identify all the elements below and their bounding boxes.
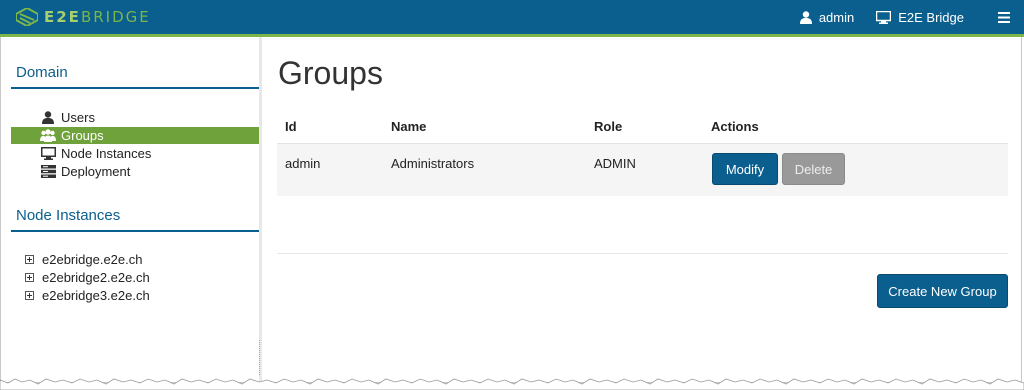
cell-name: Administrators [391, 156, 475, 171]
cell-id: admin [285, 156, 321, 171]
sidebar: Domain Users Groups Node Instances Deplo… [1, 37, 262, 382]
node-instances-section-title: Node Instances [16, 207, 121, 224]
expand-icon[interactable] [25, 255, 34, 264]
node-tree-item[interactable]: e2ebridge.e2e.ch [25, 251, 142, 268]
table-row [277, 143, 1008, 196]
create-new-group-button[interactable]: Create New Group [877, 274, 1008, 308]
brand-name: E2EBRIDGE [44, 8, 151, 26]
expand-icon[interactable] [25, 273, 34, 282]
expand-icon[interactable] [25, 291, 34, 300]
bridge-menu[interactable]: E2E Bridge [876, 10, 964, 25]
node-tree-item[interactable]: e2ebridge2.e2e.ch [25, 269, 150, 286]
sidebar-item-label: Groups [61, 128, 104, 143]
column-header-actions: Actions [711, 119, 759, 134]
node-instances-divider [11, 230, 259, 232]
domain-divider [11, 87, 259, 89]
node-label: e2ebridge2.e2e.ch [42, 270, 150, 285]
hamburger-icon[interactable] [998, 11, 1010, 23]
logo-icon [16, 8, 38, 26]
sidebar-item-deployment[interactable]: Deployment [11, 163, 259, 180]
top-bar: E2EBRIDGE admin E2E Bridge [0, 0, 1024, 34]
user-menu[interactable]: admin [799, 9, 855, 25]
sidebar-item-users[interactable]: Users [11, 109, 259, 126]
node-label: e2ebridge.e2e.ch [42, 252, 143, 267]
modify-button[interactable]: Modify [712, 153, 778, 185]
divider [277, 253, 1008, 254]
column-header-role: Role [594, 119, 623, 134]
sidebar-item-groups[interactable]: Groups [11, 127, 259, 144]
column-header-name: Name [391, 119, 427, 134]
group-icon [40, 129, 56, 142]
user-name: admin [818, 9, 855, 25]
column-header-id: Id [285, 119, 297, 134]
bridge-name: E2E Bridge [898, 9, 964, 25]
user-icon [799, 10, 812, 24]
user-icon [42, 111, 54, 124]
node-tree-item[interactable]: e2ebridge3.e2e.ch [25, 287, 150, 304]
node-label: e2ebridge3.e2e.ch [42, 288, 150, 303]
delete-button[interactable]: Delete [782, 153, 845, 185]
domain-section-title: Domain [16, 64, 68, 81]
sidebar-item-label: Node Instances [61, 146, 152, 161]
brand-logo[interactable]: E2EBRIDGE [16, 8, 151, 26]
cell-role: ADMIN [594, 156, 636, 171]
monitor-icon [41, 147, 56, 160]
torn-edge [0, 378, 1024, 390]
main-content: Groups Id Name Role Actions admin Admini… [262, 37, 1022, 382]
sidebar-item-label: Users [61, 110, 95, 125]
monitor-icon [876, 10, 892, 24]
sidebar-item-node-instances[interactable]: Node Instances [11, 145, 259, 162]
sidebar-item-label: Deployment [61, 164, 131, 179]
page-title: Groups [278, 55, 383, 91]
server-icon [41, 165, 56, 178]
